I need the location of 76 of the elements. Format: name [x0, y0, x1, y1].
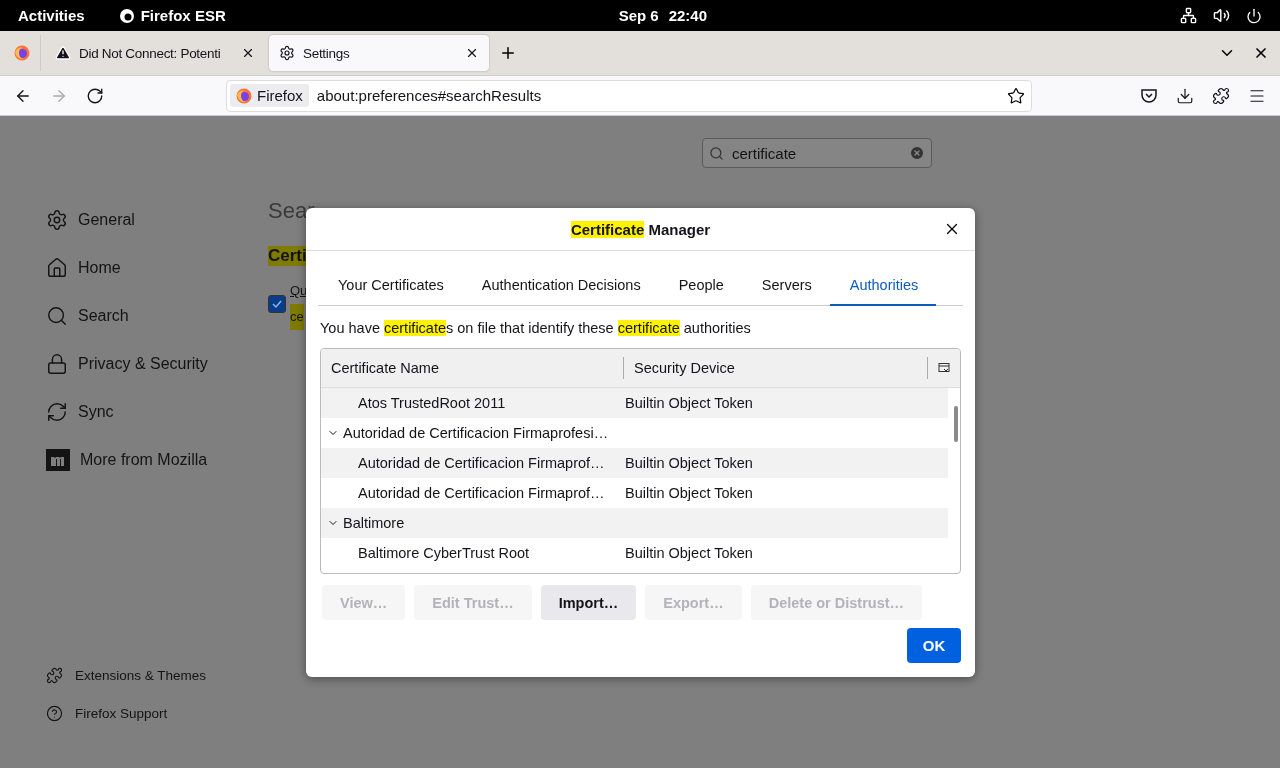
checkbox[interactable]: [268, 295, 286, 313]
sidebar-item[interactable]: Home: [46, 244, 268, 292]
network-icon[interactable]: [1180, 7, 1197, 24]
table-cell: Autoridad de Certificacion Firmaprof…: [358, 485, 605, 501]
dialog-button[interactable]: Import…: [540, 585, 637, 620]
pocket-icon[interactable]: [1140, 86, 1158, 105]
mozilla-icon: [46, 449, 70, 471]
bookmark-star-icon[interactable]: [1007, 86, 1025, 105]
app-menu[interactable]: Firefox ESR: [118, 7, 226, 24]
table-cell: Builtin Object Token: [625, 485, 753, 501]
table-cell: Baltimore CyberTrust Root: [358, 545, 530, 561]
browser-tab[interactable]: Did Not Connect: Potenti: [45, 35, 265, 71]
dialog-tab[interactable]: People: [658, 267, 742, 306]
description-text: ce: [290, 304, 304, 330]
search-field[interactable]: certificate: [702, 138, 932, 168]
table-cell: Builtin Object Token: [625, 395, 753, 411]
download-icon[interactable]: [1176, 86, 1194, 105]
warning-icon: [55, 45, 71, 61]
tree-row[interactable]: Atos TrustedRoot 2011 Builtin Object Token: [321, 388, 948, 418]
close-icon[interactable]: [241, 46, 255, 60]
search-input[interactable]: certificate: [730, 143, 903, 163]
volume-icon[interactable]: [1213, 7, 1230, 24]
home-icon: [46, 257, 68, 279]
section-title: Certi: [268, 246, 307, 266]
tab-title: Did Not Connect: Potenti: [79, 45, 222, 61]
tree-row[interactable]: Autoridad de Certificacion Firmaprof… Builtin Object Token: [321, 448, 948, 478]
app-logo-icon: [118, 7, 135, 24]
sidebar-item[interactable]: Sync: [46, 388, 268, 436]
lock-icon: [46, 353, 68, 375]
sidebar-item[interactable]: More from Mozilla: [46, 436, 268, 484]
activities-button[interactable]: Activities: [18, 7, 85, 24]
dialog-tab[interactable]: Authentication Decisions: [461, 267, 659, 306]
dialog-tab[interactable]: Authorities: [829, 267, 937, 306]
sidebar-item[interactable]: Search: [46, 292, 268, 340]
table-cell: Atos TrustedRoot 2011: [358, 395, 506, 411]
site-identity-button[interactable]: Firefox: [230, 84, 309, 107]
checkmark-icon: [271, 298, 283, 310]
table-cell: Autoridad de Certificacion Firmaprofesi…: [343, 425, 609, 441]
close-icon[interactable]: [1253, 45, 1269, 61]
scrollbar-thumb[interactable]: [954, 406, 958, 442]
gear-icon: [46, 209, 68, 231]
puzzle-icon: [46, 666, 63, 684]
column-picker-icon[interactable]: [938, 362, 950, 374]
power-icon[interactable]: [1246, 7, 1262, 24]
search-icon: [46, 305, 68, 327]
sidebar-item[interactable]: General: [46, 196, 268, 244]
new-tab-icon[interactable]: [499, 44, 517, 62]
table-cell: Builtin Object Token: [625, 455, 753, 471]
table-cell: Builtin Object Token: [625, 545, 753, 561]
tree-row[interactable]: Baltimore: [321, 508, 948, 538]
column-header[interactable]: Security Device: [624, 357, 928, 379]
sidebar-link[interactable]: Extensions & Themes: [46, 656, 268, 694]
dialog-tab[interactable]: Your Certificates: [318, 267, 462, 306]
dialog-tab[interactable]: Servers: [741, 267, 830, 306]
help-icon: [46, 704, 63, 722]
browser-logo-icon: [14, 45, 30, 61]
browser-tab[interactable]: Settings: [269, 35, 489, 71]
clock[interactable]: Sep 6 22:40: [225, 7, 1180, 24]
checkbox-label: Qu: [290, 282, 308, 300]
browser-logo-icon: [236, 87, 252, 104]
gear-icon: [279, 45, 295, 61]
dialog-title: Certificate Manager: [570, 220, 711, 238]
ok-button[interactable]: OK: [907, 628, 961, 663]
close-icon[interactable]: [465, 46, 479, 60]
sync-icon: [46, 401, 68, 423]
search-icon: [709, 145, 724, 161]
address-field[interactable]: Firefox about:preferences#searchResults: [226, 79, 1032, 112]
table-cell: Baltimore: [343, 515, 405, 531]
sidebar-link[interactable]: Firefox Support: [46, 694, 268, 732]
sidebar-item[interactable]: Privacy & Security: [46, 340, 268, 388]
tab-title: Settings: [303, 45, 351, 61]
extensions-icon[interactable]: [1212, 86, 1230, 105]
clear-icon[interactable]: [909, 145, 925, 161]
column-header[interactable]: Certificate Name: [321, 357, 624, 379]
table-cell: Autoridad de Certificacion Firmaprof…: [358, 455, 605, 471]
reload-icon: [86, 86, 104, 105]
